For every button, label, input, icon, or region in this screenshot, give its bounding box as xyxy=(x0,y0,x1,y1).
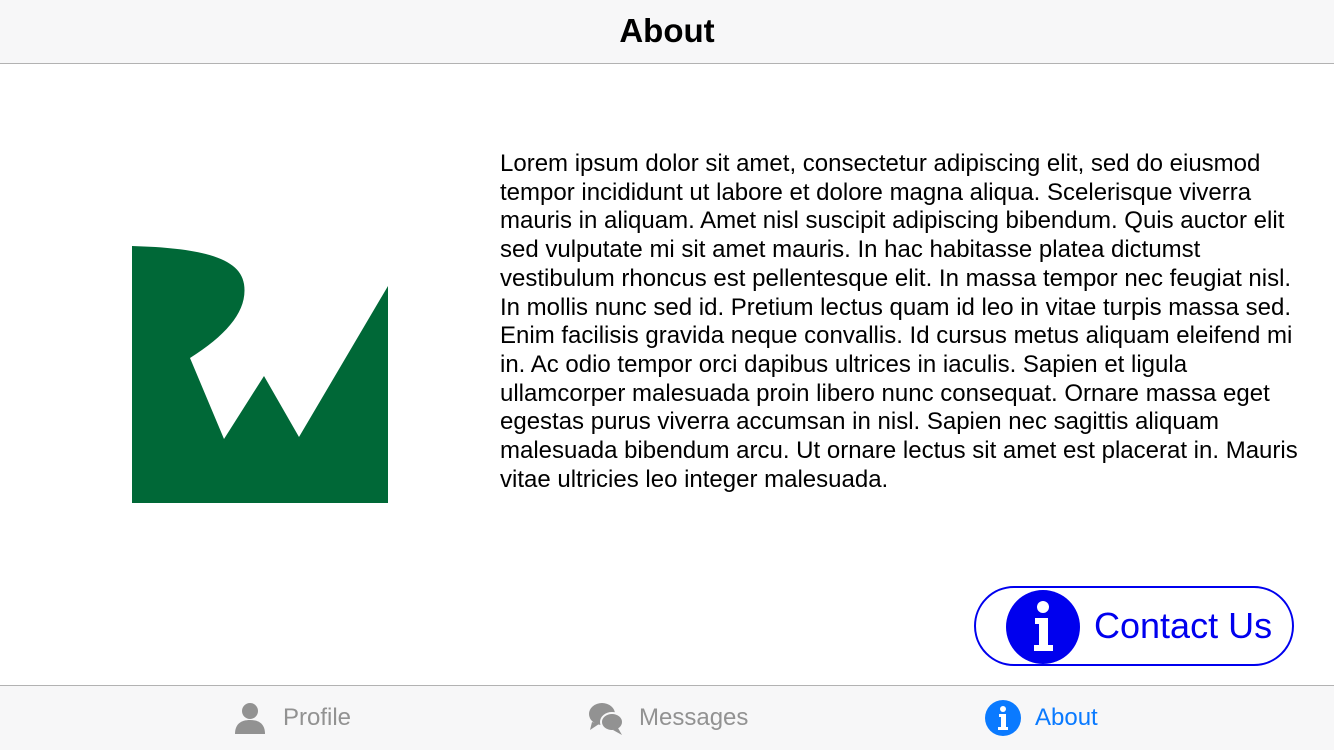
contact-us-label: Contact Us xyxy=(1094,605,1273,646)
tab-about[interactable]: About xyxy=(984,686,1114,750)
tab-bar: Profile Messages About xyxy=(0,685,1334,750)
rw-logo xyxy=(132,246,388,503)
tab-profile-label: Profile xyxy=(283,704,352,731)
tab-profile[interactable]: Profile xyxy=(230,686,370,750)
person-icon xyxy=(235,703,265,734)
about-description: Lorem ipsum dolor sit amet, consectetur … xyxy=(500,150,1298,493)
info-icon xyxy=(1006,590,1080,664)
tab-messages-label: Messages xyxy=(639,704,749,731)
page-title: About xyxy=(619,12,715,49)
navigation-bar: About xyxy=(0,0,1334,64)
contact-us-button[interactable]: Contact Us xyxy=(974,586,1294,666)
tab-messages[interactable]: Messages xyxy=(586,686,766,750)
info-icon xyxy=(985,700,1021,736)
tab-about-label: About xyxy=(1035,704,1098,731)
chat-bubbles-icon xyxy=(589,703,624,735)
